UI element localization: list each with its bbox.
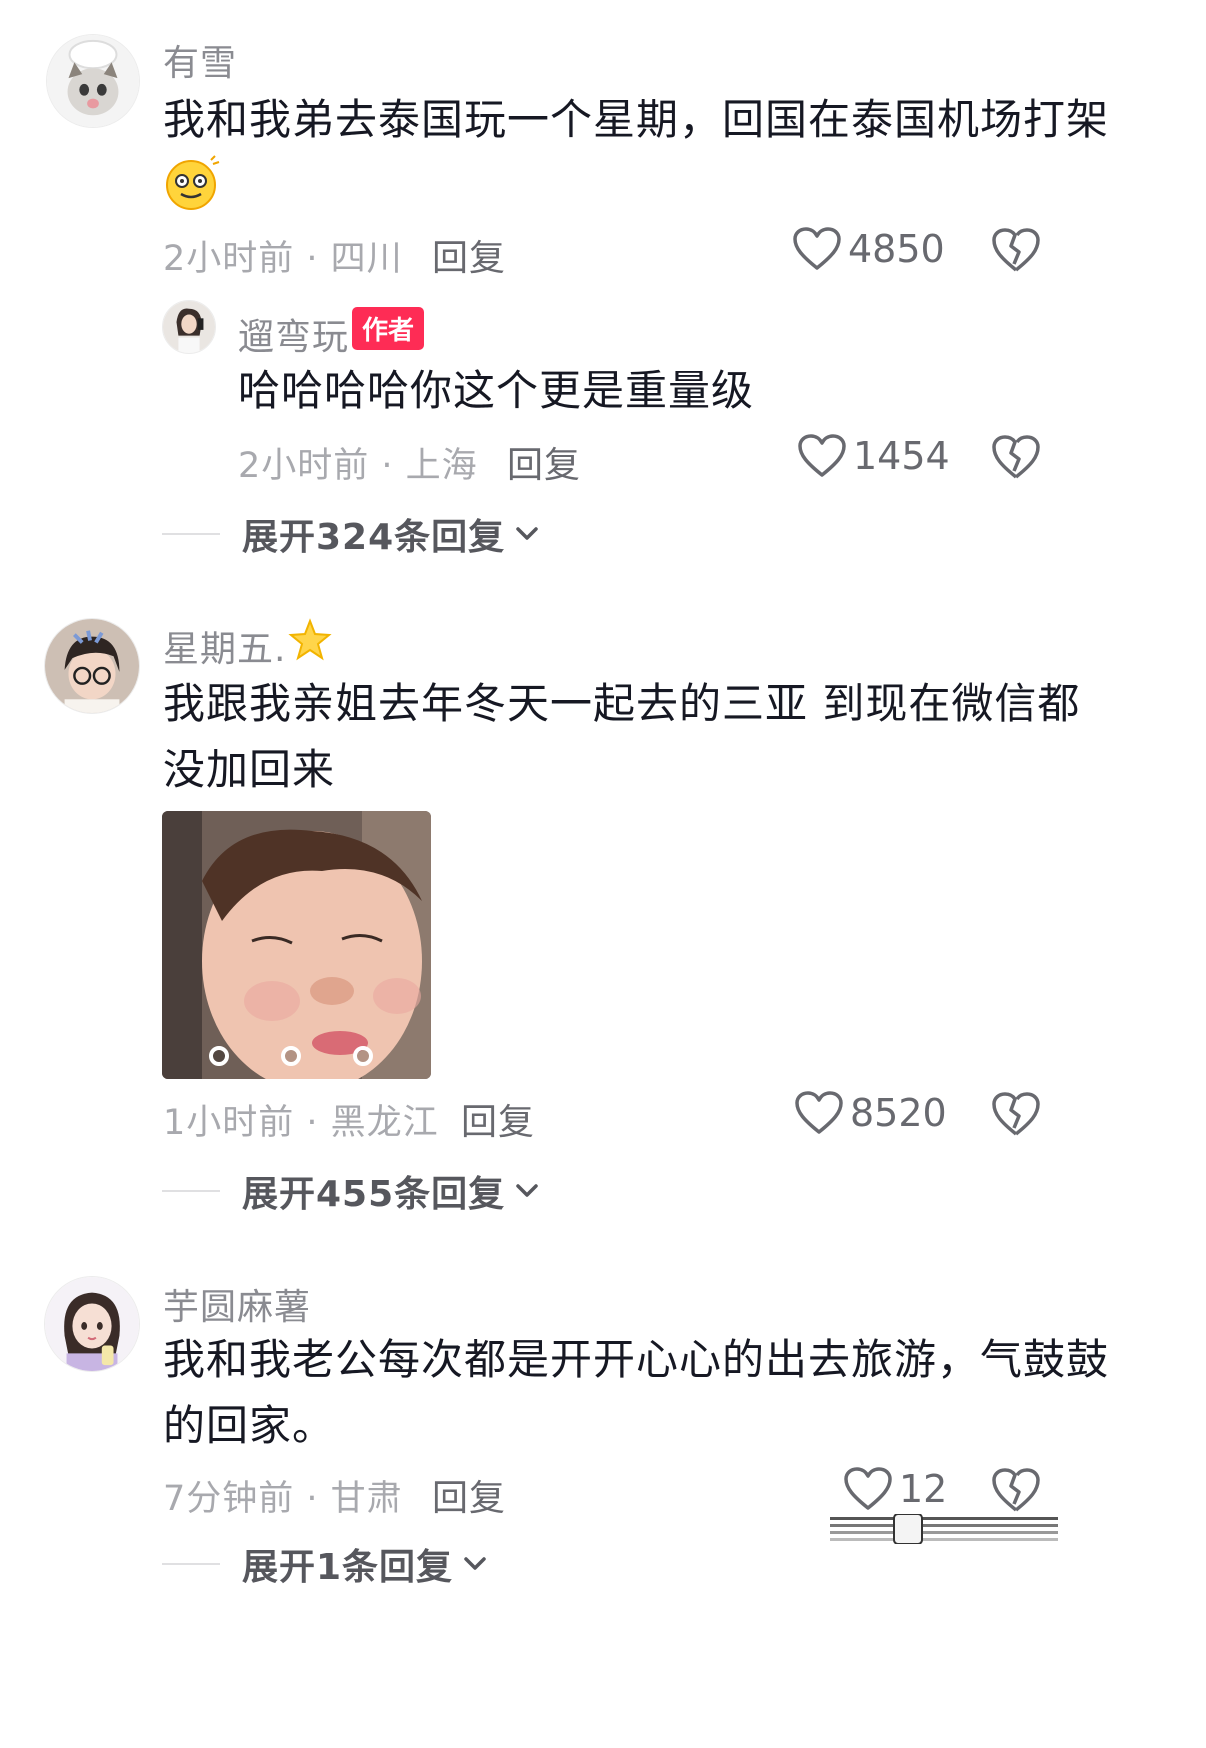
dislike-button[interactable]: [990, 1090, 1042, 1138]
avatar-anime-girl[interactable]: [44, 1276, 140, 1372]
broken-heart-icon: [992, 228, 1040, 272]
reply-button[interactable]: 回复: [432, 229, 506, 281]
heart-icon: [798, 434, 846, 477]
expand-replies-label: 展开455条回复: [242, 1174, 506, 1215]
like-count: 8520: [850, 1091, 947, 1135]
like-button[interactable]: 8520: [794, 1090, 947, 1136]
heart-icon: [793, 227, 841, 270]
expand-replies-label: 展开1条回复: [242, 1547, 454, 1588]
comment-username[interactable]: 有雪: [163, 34, 237, 86]
comment-text: 我和我弟去泰国玩一个星期，回国在泰国机场打架: [163, 95, 1110, 144]
broken-heart-icon: [992, 1468, 1040, 1512]
comment-meta: 7分钟前 · 甘肃: [163, 1479, 403, 1519]
reply-username[interactable]: 遛弯玩: [238, 308, 349, 360]
heart-icon: [795, 1091, 843, 1134]
dizzy-face-emoji: [166, 155, 220, 210]
comment-meta: 1小时前 · 黑龙江: [163, 1103, 439, 1143]
divider: [162, 1563, 220, 1565]
carousel-dot-3[interactable]: [353, 1046, 373, 1066]
avatar-cat-chef[interactable]: [46, 34, 140, 128]
dislike-button[interactable]: [990, 226, 1042, 274]
expand-replies-label: 展开324条回复: [242, 517, 506, 558]
comment-username[interactable]: 芋圆麻薯: [163, 1278, 311, 1330]
expand-replies-button[interactable]: 展开1条回复: [162, 1538, 489, 1590]
chevron-down-icon: [516, 1184, 538, 1197]
star-icon: [288, 618, 332, 661]
heart-icon: [844, 1467, 892, 1510]
avatar-girl-glasses[interactable]: [44, 618, 140, 714]
like-button[interactable]: 12: [843, 1466, 947, 1512]
sleeping-child-photo[interactable]: [162, 811, 431, 1079]
like-count: 4850: [848, 227, 945, 271]
reply-button[interactable]: 回复: [461, 1093, 535, 1145]
expand-replies-button[interactable]: 展开324条回复: [162, 508, 541, 560]
carousel-dot-1[interactable]: [209, 1046, 229, 1066]
chevron-down-icon: [464, 1557, 486, 1570]
broken-heart-icon: [992, 1092, 1040, 1136]
reply-meta: 2小时前 · 上海: [238, 446, 478, 486]
broken-heart-icon: [992, 435, 1040, 479]
comment-username[interactable]: 星期五.: [163, 620, 286, 672]
like-count: 1454: [853, 434, 950, 478]
avatar-author[interactable]: [162, 300, 216, 354]
reply-button[interactable]: 回复: [507, 436, 581, 488]
comment-text-line2: 没加回来: [163, 745, 336, 794]
dislike-button[interactable]: [990, 433, 1042, 481]
reply-button[interactable]: 回复: [432, 1469, 506, 1521]
divider: [162, 1190, 220, 1192]
comment-text-line2: 的回家。: [163, 1401, 336, 1450]
like-button[interactable]: 1454: [797, 433, 950, 479]
like-button[interactable]: 4850: [792, 226, 945, 272]
author-badge: 作者: [352, 307, 425, 350]
scroll-handle[interactable]: [830, 1514, 1060, 1544]
reply-text: 哈哈哈哈你这个更是重量级: [238, 366, 755, 415]
carousel-dot-2[interactable]: [281, 1046, 301, 1066]
comment-text-line1: 我跟我亲姐去年冬天一起去的三亚 到现在微信都: [163, 679, 1081, 728]
expand-replies-button[interactable]: 展开455条回复: [162, 1165, 541, 1217]
divider: [162, 533, 220, 535]
comment-text-line1: 我和我老公每次都是开开心心的出去旅游，气鼓鼓: [163, 1335, 1110, 1384]
comment-meta: 2小时前 · 四川: [163, 239, 403, 279]
like-count: 12: [899, 1467, 948, 1511]
chevron-down-icon: [516, 527, 538, 540]
dislike-button[interactable]: [990, 1466, 1042, 1514]
